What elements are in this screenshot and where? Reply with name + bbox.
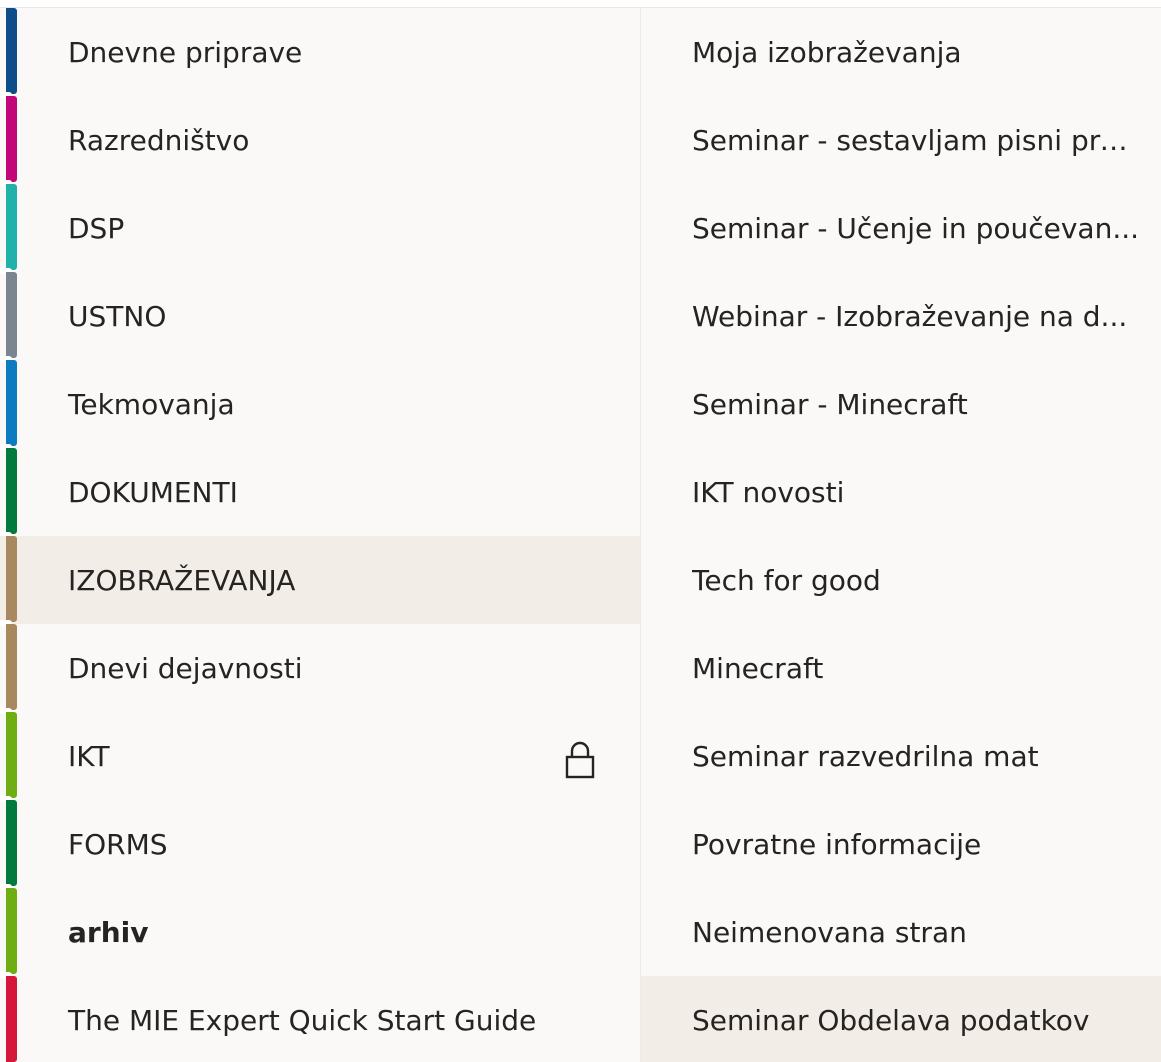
- section-item-razrednistvo[interactable]: Razredništvo: [0, 96, 640, 186]
- section-color-tab: [6, 360, 17, 446]
- section-color-tab: [6, 712, 17, 798]
- page-label: Minecraft: [692, 651, 824, 685]
- section-color-tab: [6, 536, 17, 622]
- section-color-tab: [6, 976, 17, 1062]
- page-label: Seminar - Učenje in poučevan...: [692, 211, 1140, 245]
- section-label: Dnevne priprave: [68, 35, 303, 69]
- page-item[interactable]: Povratne informacije: [641, 800, 1161, 888]
- page-label: Seminar - sestavljam pisni pre...: [692, 123, 1143, 157]
- section-item-ustno[interactable]: USTNO: [0, 272, 640, 362]
- page-label: Tech for good: [692, 563, 881, 597]
- section-item-forms[interactable]: FORMS: [0, 800, 640, 890]
- section-item-dnevi-dejavnosti[interactable]: Dnevi dejavnosti: [0, 624, 640, 714]
- section-item-mie-expert-guide[interactable]: The MIE Expert Quick Start Guide: [0, 976, 640, 1062]
- page-item[interactable]: Seminar - sestavljam pisni pre...: [641, 96, 1161, 184]
- section-color-tab: [6, 800, 17, 886]
- page-item[interactable]: Webinar - Izobraževanje na d...: [641, 272, 1161, 360]
- section-color-tab: [6, 272, 17, 358]
- section-color-tab: [6, 624, 17, 710]
- section-color-tab: [6, 184, 17, 270]
- page-label: Seminar razvedrilna mat: [692, 739, 1039, 773]
- page-label: Moja izobraževanja: [692, 35, 962, 69]
- page-item[interactable]: Tech for good: [641, 536, 1161, 624]
- page-item[interactable]: IKT novosti: [641, 448, 1161, 536]
- section-color-tab: [6, 8, 17, 94]
- section-color-tab: [6, 888, 17, 974]
- section-item-tekmovanja[interactable]: Tekmovanja: [0, 360, 640, 450]
- lock-icon: [565, 741, 595, 779]
- section-label: DSP: [68, 211, 125, 245]
- section-label: The MIE Expert Quick Start Guide: [68, 1003, 537, 1037]
- section-label: IKT: [68, 739, 110, 773]
- section-label: arhiv: [68, 915, 149, 949]
- section-label: Tekmovanja: [68, 387, 235, 421]
- section-item-arhiv[interactable]: arhiv: [0, 888, 640, 978]
- section-label: FORMS: [68, 827, 168, 861]
- onenote-navigation: Dnevne priprave Razredništvo DSP USTNO T…: [0, 0, 1161, 1062]
- page-label: Povratne informacije: [692, 827, 982, 861]
- section-label: Razredništvo: [68, 123, 250, 157]
- page-item[interactable]: Neimenovana stran: [641, 888, 1161, 976]
- section-label: DOKUMENTI: [68, 475, 238, 509]
- page-label: Webinar - Izobraževanje na d...: [692, 299, 1128, 333]
- section-item-dokumenti[interactable]: DOKUMENTI: [0, 448, 640, 538]
- section-color-tab: [6, 448, 17, 534]
- sections-pane: Dnevne priprave Razredništvo DSP USTNO T…: [0, 8, 640, 1062]
- page-label: IKT novosti: [692, 475, 845, 509]
- page-item[interactable]: Minecraft: [641, 624, 1161, 712]
- page-item[interactable]: Moja izobraževanja: [641, 8, 1161, 96]
- section-color-tab: [6, 96, 17, 182]
- section-item-izobrazevanja[interactable]: IZOBRAŽEVANJA: [0, 536, 640, 626]
- page-label: Seminar - Minecraft: [692, 387, 968, 421]
- section-label: USTNO: [68, 299, 167, 333]
- section-label: Dnevi dejavnosti: [68, 651, 303, 685]
- page-label: Neimenovana stran: [692, 915, 967, 949]
- page-item-selected[interactable]: Seminar Obdelava podatkov: [641, 976, 1161, 1062]
- section-item-ikt[interactable]: IKT: [0, 712, 640, 802]
- top-border: [0, 0, 1161, 8]
- section-item-dnevne-priprave[interactable]: Dnevne priprave: [0, 8, 640, 98]
- page-item[interactable]: Seminar - Minecraft: [641, 360, 1161, 448]
- page-item[interactable]: Seminar razvedrilna mat: [641, 712, 1161, 800]
- section-label: IZOBRAŽEVANJA: [68, 563, 296, 597]
- page-item[interactable]: Seminar - Učenje in poučevan...: [641, 184, 1161, 272]
- page-label: Seminar Obdelava podatkov: [692, 1003, 1090, 1037]
- section-item-dsp[interactable]: DSP: [0, 184, 640, 274]
- pages-pane: Moja izobraževanja Seminar - sestavljam …: [640, 8, 1161, 1062]
